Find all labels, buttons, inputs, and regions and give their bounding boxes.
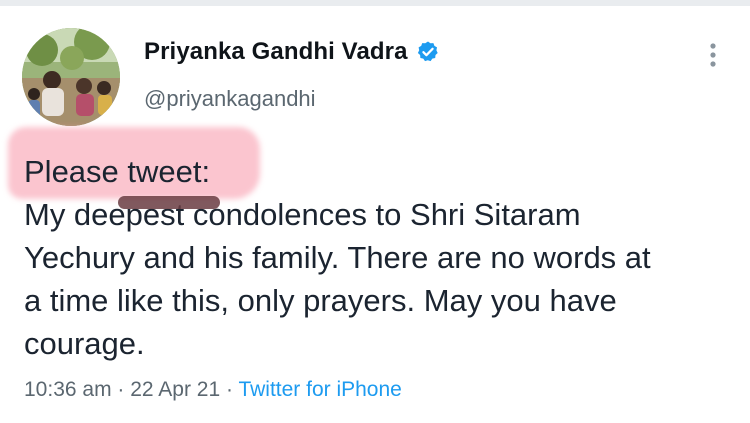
verified-badge-icon <box>416 40 440 64</box>
tweet-text-line: Yechury and his family. There are no wor… <box>24 240 651 275</box>
author-handle[interactable]: @priyankagandhi <box>144 86 316 112</box>
tweet-source-link[interactable]: Twitter for iPhone <box>238 378 401 401</box>
author-name-row[interactable]: Priyanka Gandhi Vadra <box>144 38 440 66</box>
meta-separator: · <box>111 378 131 401</box>
tweet-text: Please tweet: My deepest condolences to … <box>24 150 724 365</box>
tweet-text-line: courage. <box>24 326 145 361</box>
tweet-time[interactable]: 10:36 am <box>24 378 112 401</box>
strike-mark-annotation <box>118 196 220 209</box>
tweet-card: Priyanka Gandhi Vadra @priyankagandhi Pl… <box>0 0 750 423</box>
tweet-metadata: 10:36 am · 22 Apr 21 · Twitter for iPhon… <box>24 378 402 402</box>
meta-separator: · <box>220 378 239 401</box>
tweet-text-line: Please tweet: <box>24 154 211 189</box>
avatar-photo <box>22 28 120 126</box>
tweet-date[interactable]: 22 Apr 21 <box>130 378 220 401</box>
author-display-name[interactable]: Priyanka Gandhi Vadra <box>144 38 408 66</box>
top-divider <box>0 0 750 6</box>
tweet-text-line: a time like this, only prayers. May you … <box>24 283 617 318</box>
more-options-icon[interactable] <box>702 40 724 70</box>
avatar[interactable] <box>22 28 120 126</box>
